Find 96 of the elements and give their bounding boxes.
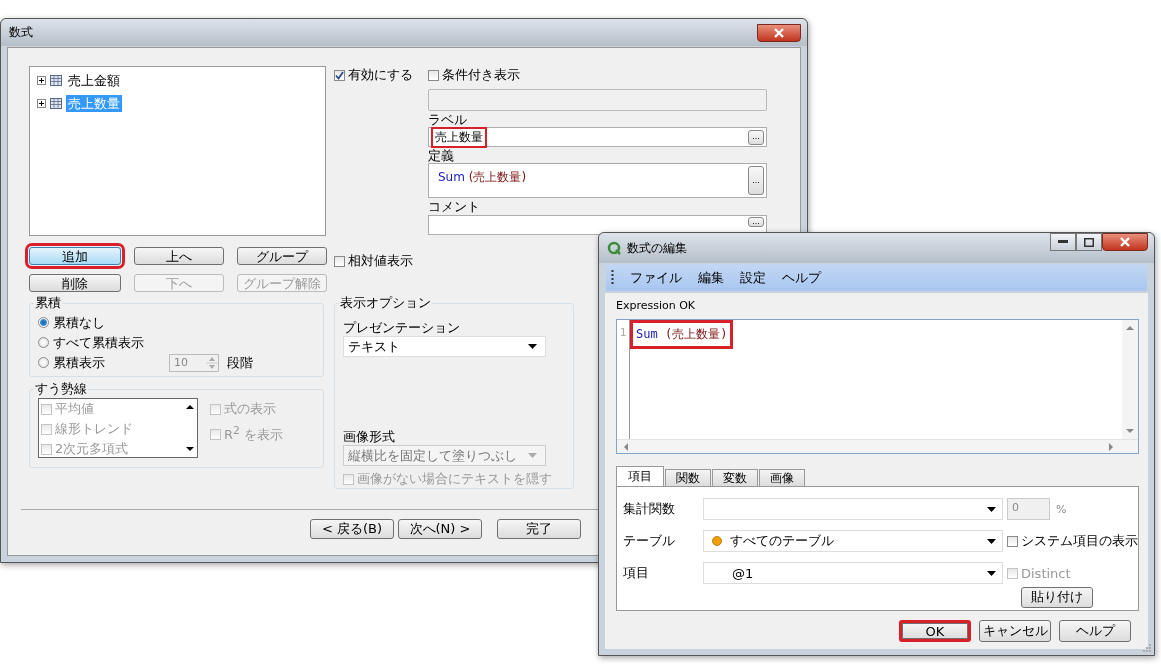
status-text: Expression OK	[616, 299, 697, 313]
checkbox-label: システム項目の表示	[1021, 532, 1138, 550]
checkbox-label: 平均値	[55, 400, 94, 418]
checkbox-label: 線形トレンド	[55, 420, 133, 438]
wizard-button[interactable]: 完了	[497, 519, 581, 539]
field-caption: 定義	[428, 148, 455, 163]
group-title: 累積	[34, 294, 62, 312]
window-title: 数式	[9, 24, 33, 41]
close-icon	[772, 27, 786, 38]
label-value: 売上数量	[431, 126, 487, 148]
scroll-down-icon[interactable]	[185, 446, 194, 452]
paste-button[interactable]: 貼り付け	[1021, 586, 1093, 608]
scroll-right-icon[interactable]	[1108, 442, 1114, 451]
group-title: すう勢線	[34, 380, 88, 398]
condition-field[interactable]	[428, 89, 767, 111]
radio-label: 累積表示	[53, 353, 105, 372]
field-caption: ラベル	[428, 112, 468, 127]
checkbox-label: 有効にする	[348, 66, 413, 84]
checkbox-label: Distinct	[1021, 565, 1071, 581]
caret-icon	[987, 570, 996, 576]
table-icon	[50, 98, 62, 109]
radio-button[interactable]	[38, 337, 49, 348]
menu-item[interactable]: ヘルプ	[782, 268, 821, 287]
field-dropdown[interactable]: @1	[703, 562, 1003, 584]
menu-item[interactable]: 設定	[740, 268, 766, 287]
field-caption: 画像形式	[343, 429, 396, 445]
tab[interactable]: 変数	[712, 469, 758, 486]
percent-unit: %	[1056, 502, 1067, 516]
scroll-up-icon[interactable]	[185, 404, 194, 410]
radio-button[interactable]	[38, 317, 49, 328]
group-title: 表示オプション	[339, 294, 432, 312]
label-field[interactable]: 売上数量 ...	[428, 127, 767, 147]
steps-unit: 段階	[227, 353, 253, 372]
app-icon	[607, 241, 621, 255]
menu-item[interactable]: ファイル	[630, 268, 682, 287]
definition-field[interactable]: Sum (売上数量) ...	[428, 163, 767, 198]
field-caption: テーブル	[623, 532, 676, 550]
checkbox[interactable]	[334, 69, 345, 81]
scroll-left-icon[interactable]	[623, 442, 629, 451]
checkbox-label: 式の表示	[224, 400, 276, 418]
close-icon	[1118, 237, 1132, 247]
caret-icon	[528, 344, 537, 349]
field-caption: 項目	[623, 564, 650, 582]
dot-icon	[712, 536, 722, 546]
radio-label: 累積なし	[53, 313, 105, 332]
checkbox-label: R$^{2}$ を表示	[224, 424, 284, 445]
dialog-button[interactable]: ヘルプ	[1059, 620, 1131, 642]
table-dropdown[interactable]: すべてのテーブル	[703, 530, 1003, 552]
radio-label: すべて累積表示	[53, 333, 144, 352]
checkbox-label: 相対値表示	[348, 252, 413, 270]
field-caption: プレゼンテーション	[343, 320, 461, 336]
tab[interactable]: 画像	[759, 469, 805, 486]
checkbox-label: 2次元多項式	[55, 440, 129, 457]
radio-button[interactable]	[38, 357, 49, 368]
resize-grip-icon[interactable]	[1143, 644, 1151, 652]
caret-icon	[987, 506, 996, 512]
wizard-button[interactable]: < 戻る(B)	[310, 519, 394, 539]
close-button[interactable]	[757, 23, 801, 42]
tab[interactable]: 項目	[616, 466, 664, 486]
list-button[interactable]: グループ	[237, 247, 327, 265]
definition-text: Sum (売上数量)	[437, 169, 528, 186]
list-button[interactable]: 削除	[29, 274, 121, 292]
expression-item[interactable]: 売上金額	[66, 72, 122, 89]
grip-icon	[611, 269, 614, 286]
checkbox[interactable]	[334, 255, 345, 267]
window-title: 数式の編集	[627, 239, 687, 257]
comment-field[interactable]: ...	[428, 215, 767, 235]
checkbox[interactable]	[1007, 535, 1018, 547]
line-number: 1	[619, 326, 627, 340]
ellipsis-button[interactable]: ...	[748, 129, 764, 145]
minimize-icon	[1058, 240, 1068, 244]
field-caption: 集計関数	[623, 500, 676, 518]
presentation-dropdown[interactable]: テキスト	[343, 336, 546, 357]
list-button[interactable]: 上へ	[134, 247, 224, 265]
expand-icon[interactable]	[37, 76, 46, 85]
code-editor[interactable]: 1 Sum (売上数量)	[616, 319, 1139, 454]
wizard-button[interactable]: 次へ(N) >	[398, 519, 482, 539]
menu-item[interactable]: 編集	[698, 268, 724, 287]
ellipsis-button[interactable]: ...	[748, 217, 764, 227]
field-caption: コメント	[428, 199, 481, 214]
dialog-button[interactable]: OK	[899, 620, 971, 642]
expand-icon[interactable]	[37, 99, 46, 108]
scrollbar[interactable]	[617, 439, 1138, 453]
caret-icon	[528, 453, 537, 458]
close-button[interactable]	[1102, 233, 1148, 251]
checkbox-label: 画像がない場合にテキストを隠す	[357, 470, 552, 488]
maximize-button[interactable]	[1076, 233, 1102, 251]
checkbox-label: 条件付き表示	[442, 66, 520, 84]
ellipsis-button[interactable]: ...	[748, 166, 764, 195]
dialog-button[interactable]: キャンセル	[979, 620, 1051, 642]
tab[interactable]: 関数	[665, 469, 711, 486]
minimize-button[interactable]	[1050, 233, 1076, 251]
maximize-icon	[1084, 237, 1094, 247]
table-icon	[50, 75, 62, 86]
checkbox[interactable]	[428, 69, 439, 81]
caret-icon	[987, 538, 996, 544]
